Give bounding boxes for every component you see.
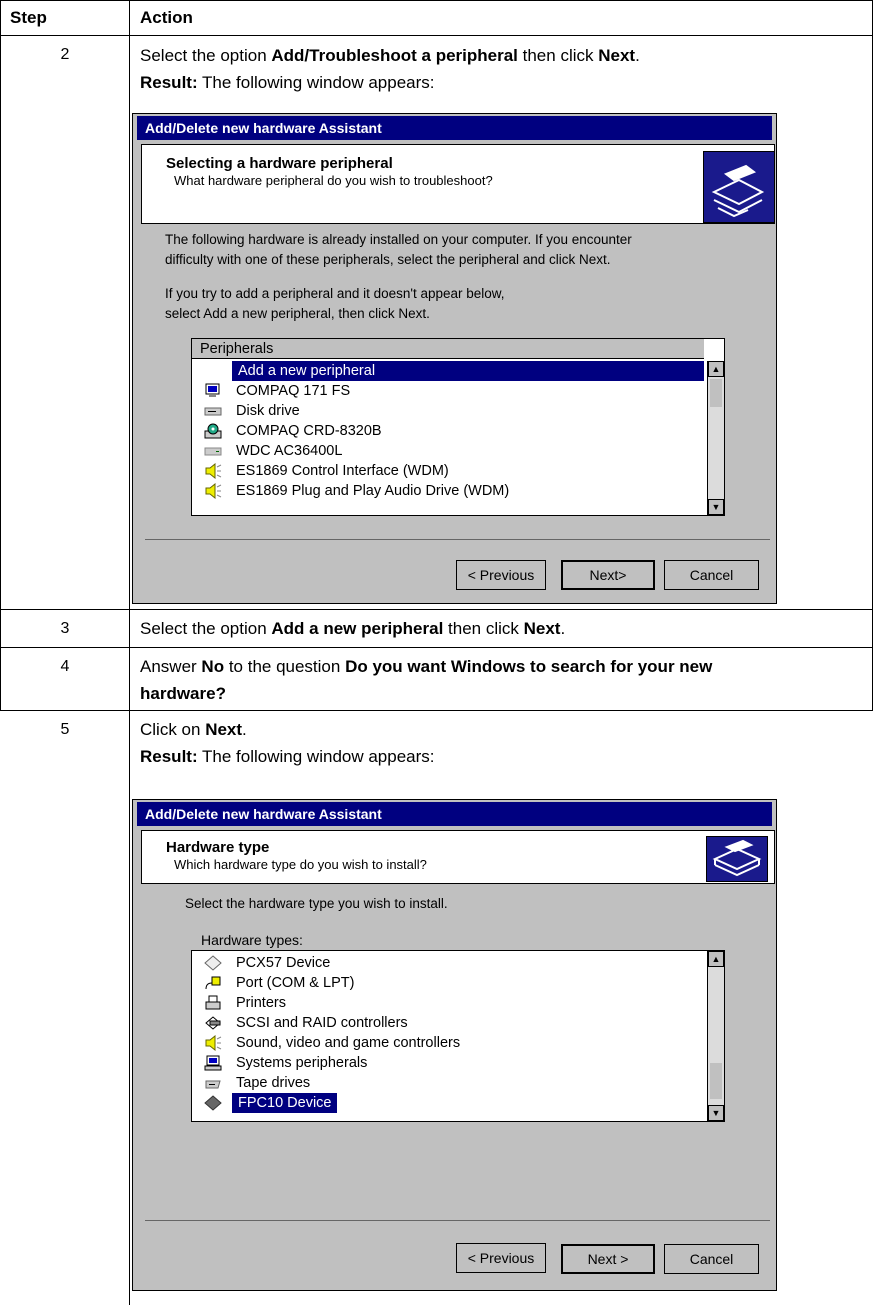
dialog-subheading: What hardware peripheral do you wish to … bbox=[174, 173, 493, 188]
scroll-up-arrow-icon[interactable]: ▲ bbox=[708, 951, 724, 967]
hardware-types-list[interactable]: PCX57 Device Port (COM & LPT) Printers S… bbox=[191, 950, 725, 1122]
dialog-separator bbox=[145, 1220, 770, 1221]
table-top-border bbox=[0, 0, 873, 1]
dialog-paragraph: If you try to add a peripheral and it do… bbox=[165, 286, 505, 301]
list-item-fpc10-device[interactable]: FPC10 Device bbox=[192, 1093, 704, 1113]
list-column-header: Peripherals bbox=[192, 339, 704, 359]
step-number: 5 bbox=[60, 721, 70, 738]
scsi-icon bbox=[205, 1016, 221, 1030]
column-divider bbox=[129, 0, 130, 1305]
list-item[interactable]: COMPAQ CRD-8320B bbox=[192, 421, 704, 441]
hard-drive-icon bbox=[204, 447, 222, 456]
list-item[interactable]: Disk drive bbox=[192, 401, 704, 421]
result-text: Result: The following window appears: bbox=[140, 747, 435, 766]
row3-bottom-border bbox=[0, 647, 873, 648]
vertical-scrollbar[interactable]: ▲ ▼ bbox=[707, 361, 724, 515]
cancel-button[interactable]: Cancel bbox=[664, 1244, 759, 1274]
scroll-down-arrow-icon[interactable]: ▼ bbox=[708, 1105, 724, 1121]
list-item[interactable]: PCX57 Device bbox=[192, 953, 704, 973]
list-item[interactable]: Printers bbox=[192, 993, 704, 1013]
header-action: Action bbox=[140, 8, 193, 27]
tape-drive-icon bbox=[205, 1080, 221, 1089]
next-button[interactable]: Next> bbox=[561, 560, 655, 590]
row4-bottom-border bbox=[0, 710, 873, 711]
list-item[interactable]: SCSI and RAID controllers bbox=[192, 1013, 704, 1033]
hardware-type-dialog: Add/Delete new hardware Assistant Hardwa… bbox=[132, 799, 777, 1291]
scroll-up-arrow-icon[interactable]: ▲ bbox=[708, 361, 724, 377]
previous-button[interactable]: < Previous bbox=[456, 560, 546, 590]
scroll-down-arrow-icon[interactable]: ▼ bbox=[708, 499, 724, 515]
peripherals-list[interactable]: Peripherals Add a new peripheral COMPAQ … bbox=[191, 338, 725, 516]
list-item-add-new-peripheral[interactable]: Add a new peripheral bbox=[192, 361, 704, 381]
dialog-paragraph: Select the hardware type you wish to ins… bbox=[185, 896, 448, 911]
instruction-text-continued: hardware? bbox=[140, 684, 226, 703]
instruction-text: Select the option Add a new peripheral t… bbox=[140, 619, 566, 638]
cancel-button[interactable]: Cancel bbox=[664, 560, 759, 590]
dialog-subheading: Which hardware type do you wish to insta… bbox=[174, 857, 427, 872]
port-icon bbox=[205, 976, 221, 990]
dialog-paragraph: The following hardware is already instal… bbox=[165, 232, 632, 247]
list-item[interactable]: Systems peripherals bbox=[192, 1053, 704, 1073]
add-hardware-dialog: Add/Delete new hardware Assistant Select… bbox=[132, 113, 777, 604]
diamond-icon bbox=[204, 1095, 222, 1111]
instruction-text: Select the option Add/Troubleshoot a per… bbox=[140, 46, 640, 65]
disk-drive-icon bbox=[204, 407, 222, 416]
speaker-icon bbox=[205, 1035, 222, 1051]
list-item[interactable]: ES1869 Plug and Play Audio Drive (WDM) bbox=[192, 481, 704, 501]
step-number: 4 bbox=[60, 658, 70, 675]
instruction-text: Click on Next. bbox=[140, 720, 247, 739]
dialog-separator bbox=[145, 539, 770, 540]
dialog-paragraph: select Add a new peripheral, then click … bbox=[165, 306, 430, 321]
scrollbar-thumb[interactable] bbox=[710, 1063, 722, 1099]
list-label: Hardware types: bbox=[201, 932, 303, 948]
dialog-title-bar: Add/Delete new hardware Assistant bbox=[137, 802, 772, 826]
speaker-icon bbox=[205, 483, 222, 499]
dialog-title-bar: Add/Delete new hardware Assistant bbox=[137, 116, 772, 140]
list-item[interactable]: Port (COM & LPT) bbox=[192, 973, 704, 993]
cdrom-icon bbox=[204, 423, 222, 439]
scrollbar-thumb[interactable] bbox=[710, 379, 722, 407]
dialog-paragraph: difficulty with one of these peripherals… bbox=[165, 252, 611, 267]
dialog-heading: Selecting a hardware peripheral bbox=[166, 155, 393, 172]
dialog-header-panel: Hardware type Which hardware type do you… bbox=[141, 830, 775, 884]
previous-button[interactable]: < Previous bbox=[456, 1243, 546, 1273]
list-item[interactable]: Tape drives bbox=[192, 1073, 704, 1093]
row2-bottom-border bbox=[0, 609, 873, 610]
result-text: Result: The following window appears: bbox=[140, 73, 435, 92]
header-bottom-border bbox=[0, 35, 873, 36]
table-left-border bbox=[0, 0, 1, 710]
list-item[interactable]: COMPAQ 171 FS bbox=[192, 381, 704, 401]
speaker-icon bbox=[205, 463, 222, 479]
printer-icon bbox=[205, 995, 221, 1010]
step-number: 3 bbox=[60, 620, 70, 637]
hardware-type-icon bbox=[706, 836, 768, 882]
list-item[interactable]: ES1869 Control Interface (WDM) bbox=[192, 461, 704, 481]
computer-icon bbox=[204, 1055, 222, 1071]
instruction-text: Answer No to the question Do you want Wi… bbox=[140, 657, 713, 676]
vertical-scrollbar[interactable]: ▲ ▼ bbox=[707, 951, 724, 1121]
next-button[interactable]: Next > bbox=[561, 1244, 655, 1274]
diamond-icon bbox=[204, 955, 222, 971]
dialog-heading: Hardware type bbox=[166, 839, 270, 856]
header-step: Step bbox=[10, 8, 47, 27]
hardware-wizard-icon bbox=[703, 151, 775, 223]
list-item[interactable]: WDC AC36400L bbox=[192, 441, 704, 461]
dialog-header-panel: Selecting a hardware peripheral What har… bbox=[141, 144, 775, 224]
step-number: 2 bbox=[60, 46, 70, 63]
monitor-icon bbox=[205, 383, 220, 397]
list-item[interactable]: Sound, video and game controllers bbox=[192, 1033, 704, 1053]
